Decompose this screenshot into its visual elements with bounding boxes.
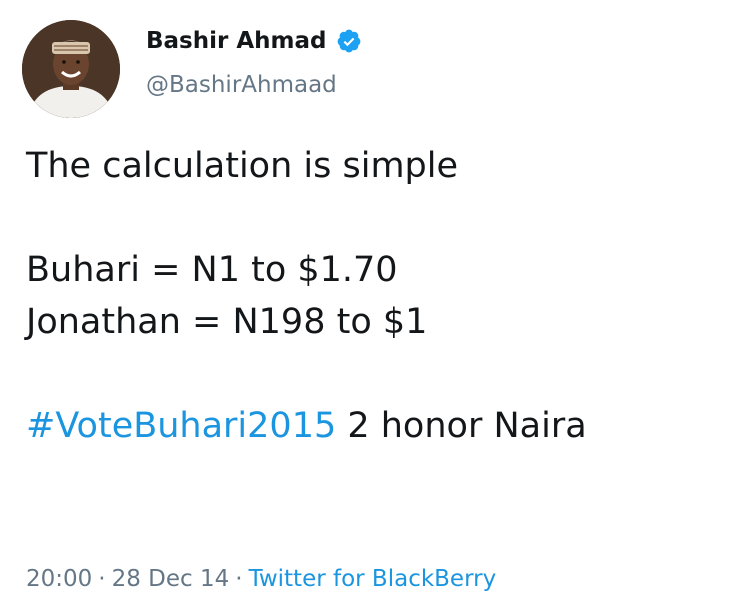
author-header: Bashir Ahmad (146, 24, 362, 58)
display-name[interactable]: Bashir Ahmad (146, 28, 326, 54)
tweet-time[interactable]: 20:00 (26, 566, 92, 592)
tweet-line-buhari: Buhari = N1 to $1.70 (26, 250, 398, 290)
tweet-line-hashtag-rest: 2 honor Naira (336, 406, 587, 446)
verified-badge-icon (336, 28, 362, 54)
tweet-date[interactable]: 28 Dec 14 (112, 566, 230, 592)
hashtag-link[interactable]: #VoteBuhari2015 (26, 406, 336, 446)
avatar[interactable] (22, 20, 120, 118)
tweet-text: The calculation is simple Buhari = N1 to… (26, 140, 726, 452)
footer-separator-2: · (235, 566, 243, 592)
tweet-source-link[interactable]: Twitter for BlackBerry (249, 566, 497, 592)
user-handle[interactable]: @BashirAhmaad (146, 72, 337, 98)
tweet-line-hashtag: #VoteBuhari2015 2 honor Naira (26, 400, 726, 452)
tweet-line-intro: The calculation is simple (26, 146, 459, 186)
footer-separator: · (98, 566, 106, 592)
tweet-line-jonathan: Jonathan = N198 to $1 (26, 302, 428, 342)
avatar-photo-icon (22, 20, 120, 118)
tweet-line-blank-2 (26, 348, 726, 400)
tweet-footer: 20:00 · 28 Dec 14 · Twitter for BlackBerry (26, 566, 496, 592)
tweet-card: Bashir Ahmad @BashirAhmaad The calculati… (0, 0, 750, 605)
